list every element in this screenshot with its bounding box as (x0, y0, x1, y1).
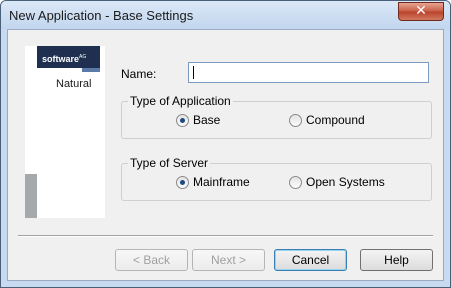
name-input[interactable] (188, 62, 429, 83)
title-bar[interactable]: New Application - Base Settings ✕ (1, 1, 450, 29)
radio-open-systems[interactable]: Open Systems (289, 175, 385, 189)
software-ag-logo: softwareAG (37, 46, 100, 68)
next-button[interactable]: Next > (192, 249, 265, 271)
close-button[interactable]: ✕ (398, 2, 444, 21)
logo-brand-mark: AG (79, 54, 87, 60)
radio-unchecked-icon[interactable] (289, 175, 302, 189)
back-button[interactable]: < Back (115, 249, 188, 271)
separator (18, 235, 433, 237)
product-name: Natural (56, 78, 92, 90)
radio-checked-icon[interactable] (176, 175, 189, 189)
help-button[interactable]: Help (360, 249, 433, 271)
radio-compound-label[interactable]: Compound (306, 113, 365, 127)
radio-compound[interactable]: Compound (289, 113, 365, 127)
close-icon: ✕ (415, 3, 427, 19)
dialog-body: softwareAG Natural Name: Type of Applica… (7, 29, 444, 281)
radio-unchecked-icon[interactable] (289, 113, 302, 127)
radio-mainframe[interactable]: Mainframe (176, 175, 250, 189)
name-label: Name: (121, 67, 157, 81)
cancel-button[interactable]: Cancel (274, 249, 347, 271)
window-title: New Application - Base Settings (9, 8, 194, 23)
server-type-group: Type of Server Mainframe Open Systems (121, 156, 432, 201)
radio-base[interactable]: Base (176, 113, 220, 127)
logo-gray-strip (25, 174, 37, 218)
text-caret (193, 66, 194, 79)
radio-base-label[interactable]: Base (193, 113, 220, 127)
logo-accent (82, 68, 100, 72)
logo-panel: softwareAG Natural (25, 46, 105, 218)
radio-mainframe-label[interactable]: Mainframe (193, 175, 250, 189)
application-type-group: Type of Application Base Compound (121, 94, 432, 139)
logo-brand: software (42, 54, 80, 64)
radio-open-systems-label[interactable]: Open Systems (306, 175, 385, 189)
application-type-label: Type of Application (128, 94, 233, 108)
radio-checked-icon[interactable] (176, 113, 189, 127)
dialog-window: New Application - Base Settings ✕ softwa… (0, 0, 451, 288)
server-type-label: Type of Server (128, 156, 211, 170)
